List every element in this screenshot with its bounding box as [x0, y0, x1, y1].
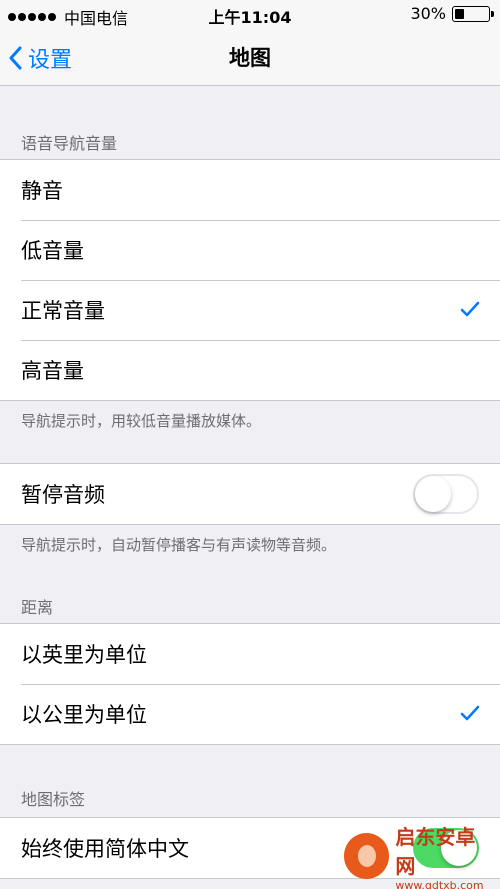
watermark-url: www.qdtxb.com: [395, 878, 484, 889]
voice-volume-footer: 导航提示时，用较低音量播放媒体。: [21, 412, 262, 430]
distance-option-kilometers[interactable]: 以公里为单位: [0, 684, 500, 744]
page-title: 地图: [229, 46, 271, 70]
watermark: 启东安卓网 www.qdtxb.com: [344, 825, 494, 889]
maps-settings-screen: 中国电信 上午11:04 30% 设置 地图 语音导航音量 静音 低音量 正常音…: [0, 0, 500, 889]
option-label: 以英里为单位: [21, 643, 147, 667]
pause-audio-switch[interactable]: [413, 474, 479, 514]
battery-icon: [452, 5, 494, 22]
volume-option-high[interactable]: 高音量: [0, 340, 500, 400]
pause-audio-group: 暂停音频: [0, 463, 500, 525]
pause-audio-label: 暂停音频: [21, 483, 105, 507]
pause-audio-row: 暂停音频: [0, 464, 500, 524]
battery-fill: [455, 8, 464, 19]
map-labels-header: 地图标签: [21, 790, 86, 809]
voice-volume-group: 静音 低音量 正常音量 高音量: [0, 159, 500, 401]
simplified-chinese-label: 始终使用简体中文: [21, 837, 189, 861]
volume-option-normal[interactable]: 正常音量: [0, 280, 500, 340]
distance-header: 距离: [21, 598, 54, 617]
watermark-logo-icon: [344, 833, 390, 879]
checkmark-icon: [460, 301, 480, 317]
watermark-name: 启东安卓网: [395, 824, 476, 878]
status-right: 30%: [410, 4, 494, 23]
distance-option-miles[interactable]: 以英里为单位: [0, 624, 500, 684]
checkmark-icon: [460, 705, 480, 721]
status-bar: 中国电信 上午11:04 30%: [0, 0, 500, 30]
battery-percent: 30%: [410, 4, 446, 23]
volume-option-mute[interactable]: 静音: [0, 160, 500, 220]
option-label: 以公里为单位: [21, 703, 147, 727]
option-label: 静音: [21, 179, 63, 203]
option-label: 低音量: [21, 239, 84, 263]
option-label: 高音量: [21, 359, 84, 383]
watermark-text: 启东安卓网 www.qdtxb.com: [395, 821, 494, 889]
pause-audio-footer: 导航提示时，自动暂停播客与有声读物等音频。: [21, 536, 337, 554]
navigation-bar: 设置 地图: [0, 30, 500, 86]
distance-group: 以英里为单位 以公里为单位: [0, 623, 500, 745]
volume-option-low[interactable]: 低音量: [0, 220, 500, 280]
option-label: 正常音量: [21, 299, 105, 323]
switch-knob: [415, 476, 451, 512]
voice-volume-header: 语音导航音量: [21, 134, 118, 153]
